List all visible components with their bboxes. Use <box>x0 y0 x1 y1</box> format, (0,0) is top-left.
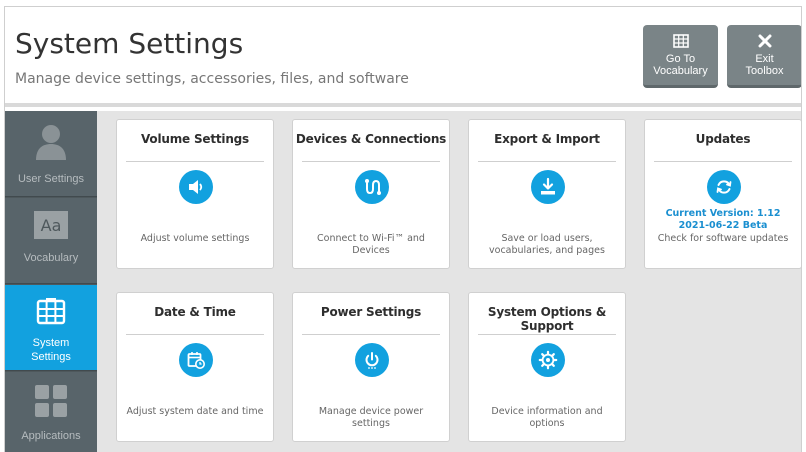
sidebar-item-label: System Settings <box>31 337 71 363</box>
sidebar: User Settings Aa Vocabulary System Setti… <box>5 111 106 452</box>
gear-icon <box>531 343 565 377</box>
sidebar-item-system-settings[interactable]: System Settings <box>5 285 106 371</box>
card-updates[interactable]: Updates Current Version: 1.12 2021-06-22… <box>644 119 801 269</box>
sidebar-item-vocabulary[interactable]: Aa Vocabulary <box>5 198 97 284</box>
exit-toolbox-button[interactable]: Exit Toolbox <box>727 25 801 88</box>
refresh-icon <box>707 170 741 204</box>
sidebar-item-label: User Settings <box>17 173 85 185</box>
card-divider <box>478 161 616 162</box>
card-description: Check for software updates <box>657 233 789 244</box>
card-power-settings[interactable]: Power Settings Manage device power setti… <box>292 292 450 442</box>
download-icon <box>531 170 565 204</box>
power-icon <box>355 343 389 377</box>
card-title: Devices & Connections <box>295 132 447 146</box>
page-title: System Settings <box>15 27 244 60</box>
speaker-icon <box>179 170 213 204</box>
card-title: Export & Import <box>494 132 600 146</box>
card-title: System Options & Support <box>487 305 607 333</box>
connection-icon <box>355 170 389 204</box>
card-description: Connect to Wi-Fi™ and Devices <box>317 233 425 256</box>
svg-text:Aa: Aa <box>41 216 62 235</box>
card-system-options-support[interactable]: System Options & Support Device informat… <box>468 292 626 442</box>
sidebar-item-applications[interactable]: Applications <box>5 372 97 452</box>
card-divider <box>126 334 264 335</box>
go-to-vocabulary-button[interactable]: Go To Vocabulary <box>643 25 718 88</box>
current-version-text: Current Version: 1.12 2021-06-22 Beta <box>665 208 781 231</box>
header: System Settings Manage device settings, … <box>5 7 801 107</box>
card-divider <box>302 334 440 335</box>
card-description: Manage device power settings <box>318 406 424 429</box>
grid-icon <box>5 297 97 328</box>
card-description: Device information and options <box>491 406 603 429</box>
close-icon <box>727 34 801 49</box>
vocabulary-aa-icon: Aa <box>5 210 97 243</box>
page-subtitle: Manage device settings, accessories, fil… <box>15 71 409 87</box>
card-title: Updates <box>695 132 751 146</box>
toolbox-label: Toolbox <box>745 65 784 77</box>
card-divider <box>654 161 792 162</box>
card-devices-connections[interactable]: Devices & Connections Connect to Wi-Fi™ … <box>292 119 450 269</box>
app-window: System Settings Manage device settings, … <box>4 6 802 452</box>
card-title: Volume Settings <box>141 132 249 146</box>
sidebar-item-label: Vocabulary <box>23 252 79 264</box>
card-date-time[interactable]: Date & Time Adjust system date and time <box>116 292 274 442</box>
card-divider <box>302 161 440 162</box>
sidebar-item-label: Applications <box>21 430 81 442</box>
card-title: Date & Time <box>154 305 236 319</box>
sidebar-item-user-settings[interactable]: User Settings <box>5 111 97 197</box>
user-icon <box>5 123 97 164</box>
go-to-label: Go To <box>665 53 696 65</box>
exit-label: Exit <box>755 53 774 65</box>
card-divider <box>126 161 264 162</box>
card-export-import[interactable]: Export & Import Save or load users, voca… <box>468 119 626 269</box>
card-description: Adjust volume settings <box>140 233 250 244</box>
vocabulary-label: Vocabulary <box>653 65 708 77</box>
card-description: Adjust system date and time <box>126 406 264 417</box>
card-volume-settings[interactable]: Volume Settings Adjust volume settings <box>116 119 274 269</box>
settings-grid: Volume Settings Adjust volume settings D… <box>97 111 801 452</box>
grid-icon <box>643 34 718 49</box>
card-title: Power Settings <box>320 305 422 319</box>
card-description: Save or load users, vocabularies, and pa… <box>489 233 605 256</box>
card-divider <box>478 334 616 335</box>
apps-icon <box>5 384 97 421</box>
calendar-clock-icon <box>179 343 213 377</box>
